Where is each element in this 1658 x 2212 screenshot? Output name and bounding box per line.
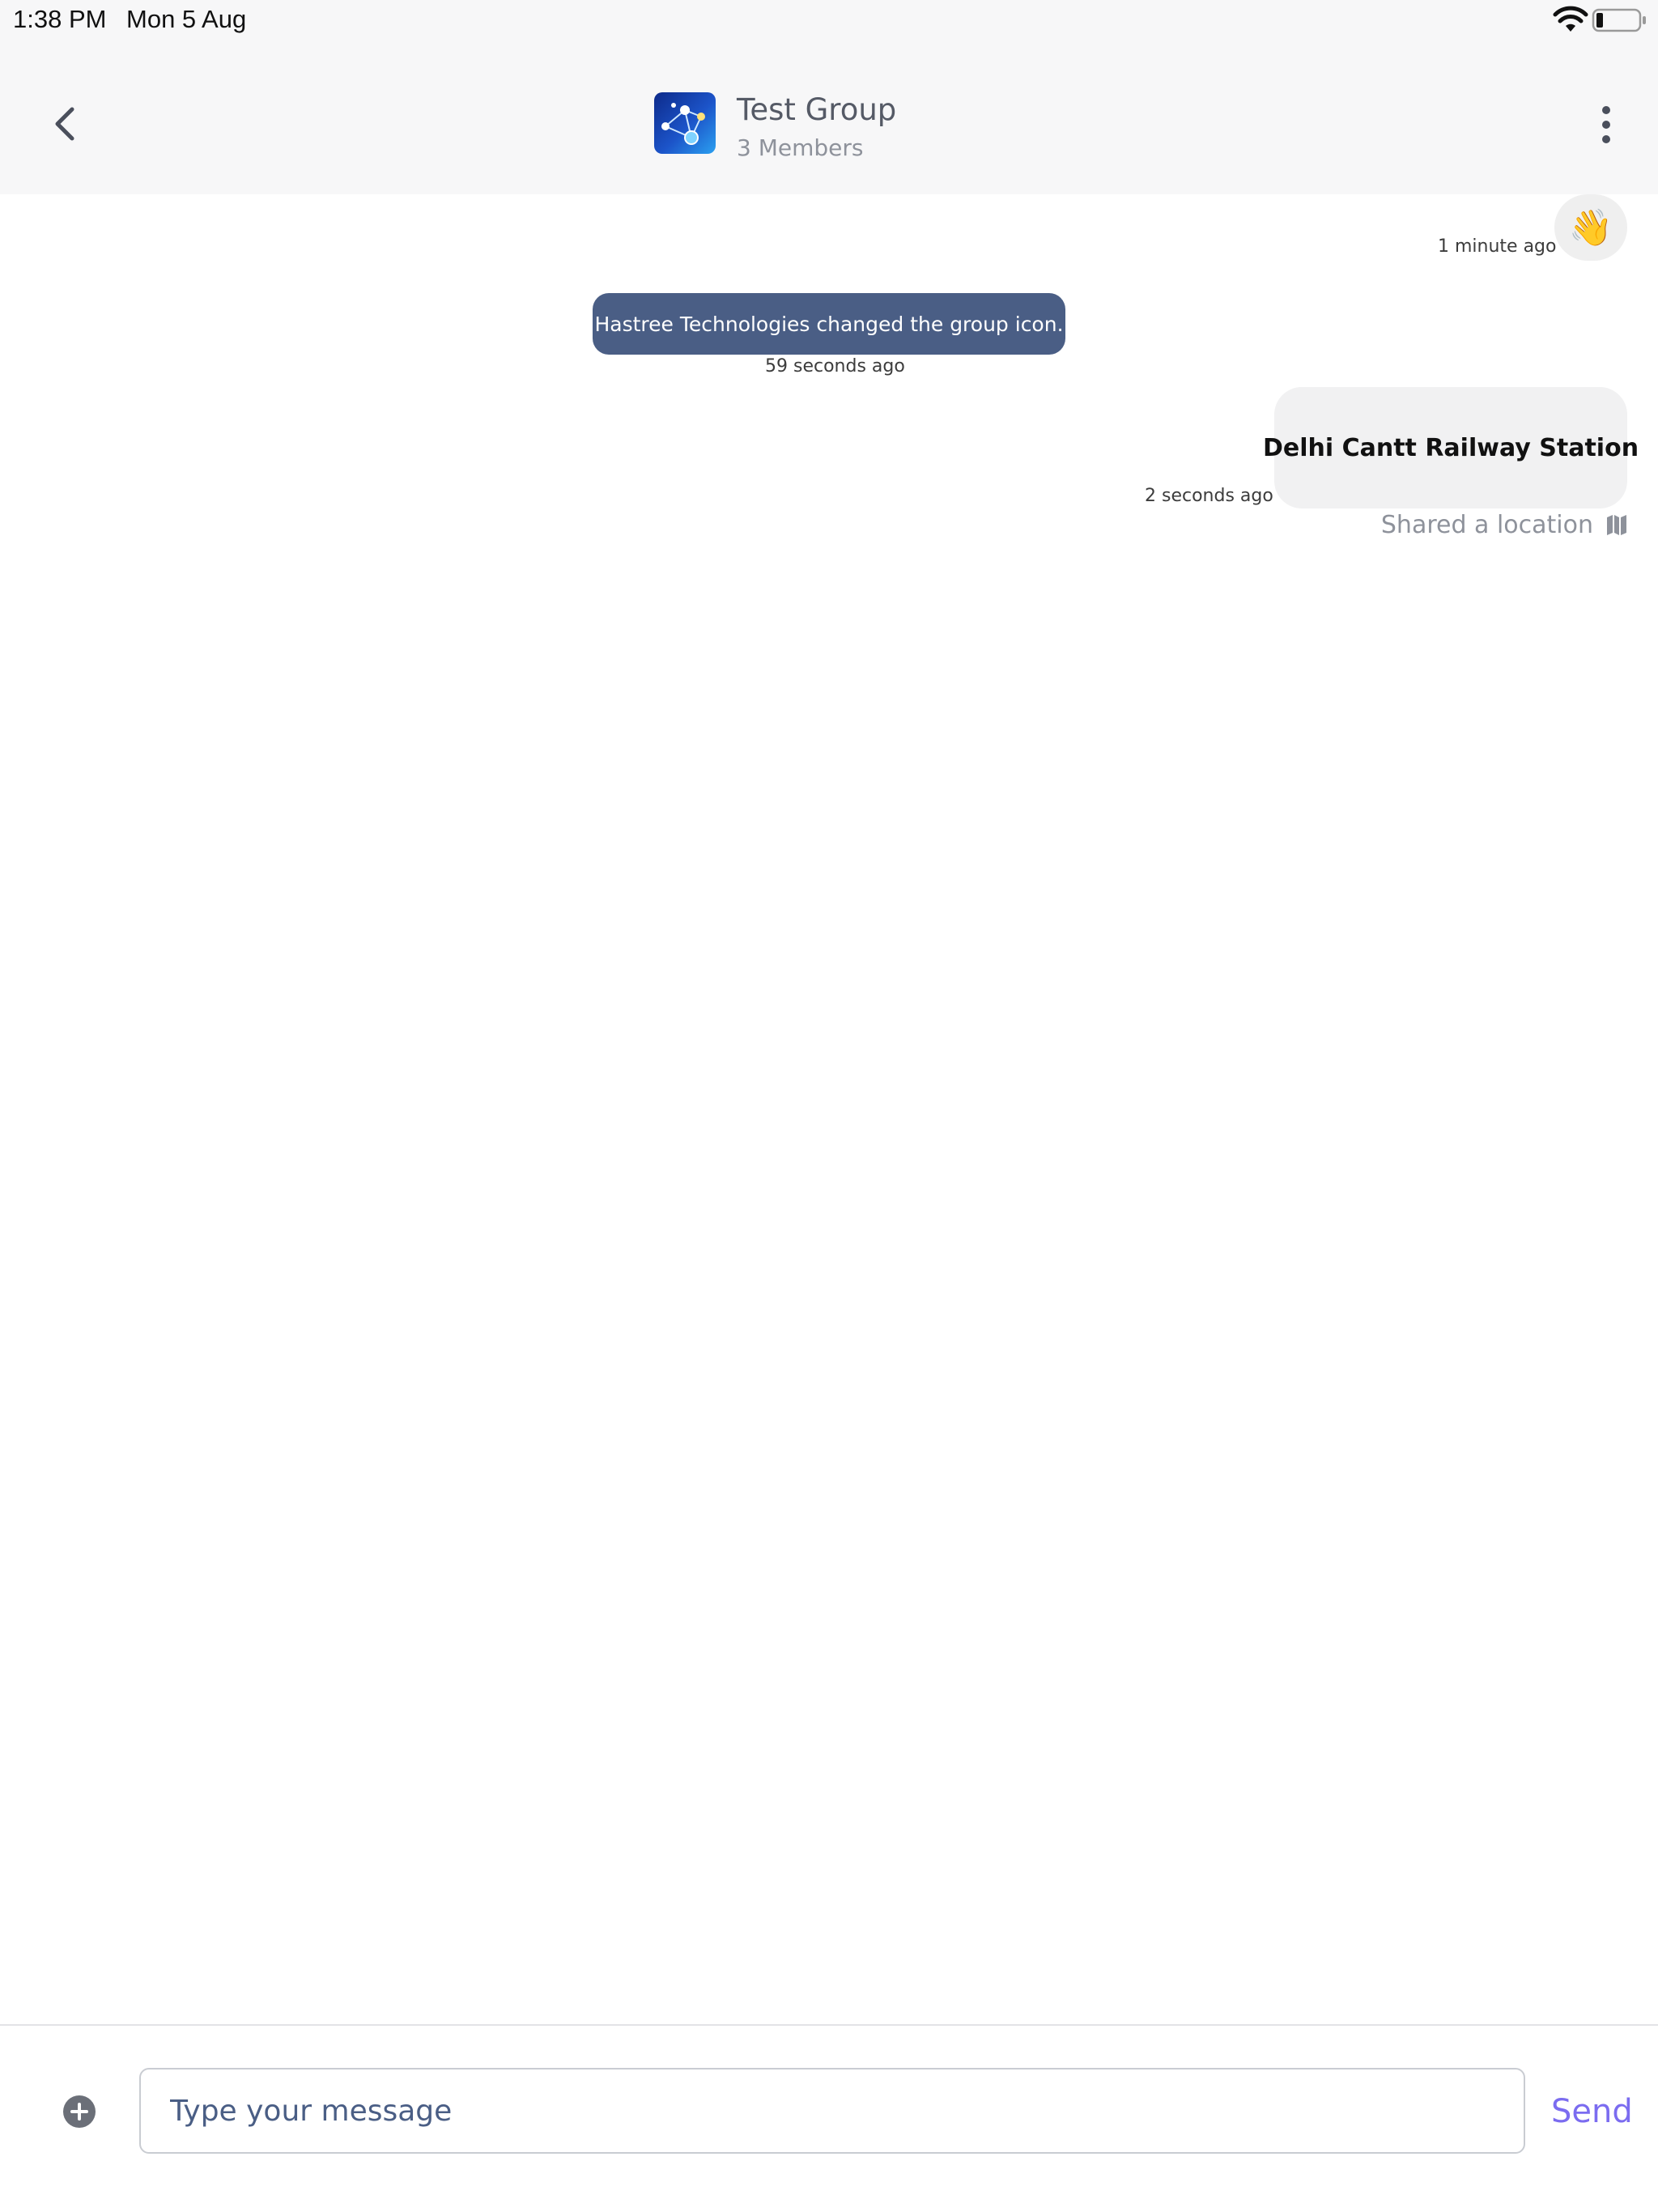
location-name: Delhi Cantt Railway Station bbox=[1262, 433, 1639, 462]
member-count: 3 Members bbox=[737, 134, 864, 161]
shared-location-text: Shared a location bbox=[1380, 510, 1593, 539]
group-title[interactable]: Test Group bbox=[737, 92, 896, 127]
system-message: Hastree Technologies changed the group i… bbox=[593, 293, 1065, 355]
send-button[interactable]: Send bbox=[1551, 2086, 1648, 2138]
waving-hand-emoji: 👋 bbox=[1568, 207, 1613, 249]
message-timestamp: 1 minute ago bbox=[1438, 236, 1557, 257]
shared-location-caption: Shared a location bbox=[1381, 507, 1629, 542]
network-image-icon bbox=[661, 103, 705, 145]
map-icon bbox=[1607, 515, 1626, 535]
system-message-timestamp: 59 seconds ago bbox=[765, 356, 905, 376]
status-date: Mon 5 Aug bbox=[126, 5, 247, 33]
wifi-icon bbox=[1553, 6, 1588, 32]
plus-circle-icon bbox=[63, 2095, 96, 2128]
back-button[interactable] bbox=[45, 101, 84, 147]
group-avatar[interactable] bbox=[654, 92, 716, 154]
message-list[interactable]: 1 minute ago 👋 Hastree Technologies chan… bbox=[0, 194, 1658, 2024]
location-message-timestamp: 2 seconds ago bbox=[1145, 486, 1273, 506]
emoji-message-bubble[interactable]: 👋 bbox=[1554, 194, 1627, 261]
chevron-left-icon bbox=[55, 107, 74, 141]
message-input[interactable] bbox=[139, 2068, 1525, 2154]
attach-button[interactable] bbox=[62, 2094, 97, 2129]
battery-icon bbox=[1592, 8, 1646, 32]
location-message-bubble[interactable]: Delhi Cantt Railway Station bbox=[1263, 387, 1639, 508]
more-vertical-icon bbox=[1602, 106, 1610, 143]
chat-header: Test Group 3 Members bbox=[0, 40, 1658, 194]
system-message-text: Hastree Technologies changed the group i… bbox=[594, 312, 1064, 336]
message-composer: Send bbox=[0, 2024, 1658, 2212]
more-options-button[interactable] bbox=[1592, 100, 1621, 149]
status-bar: 1:38 PM Mon 5 Aug bbox=[0, 0, 1658, 40]
status-time: 1:38 PM bbox=[13, 5, 107, 33]
